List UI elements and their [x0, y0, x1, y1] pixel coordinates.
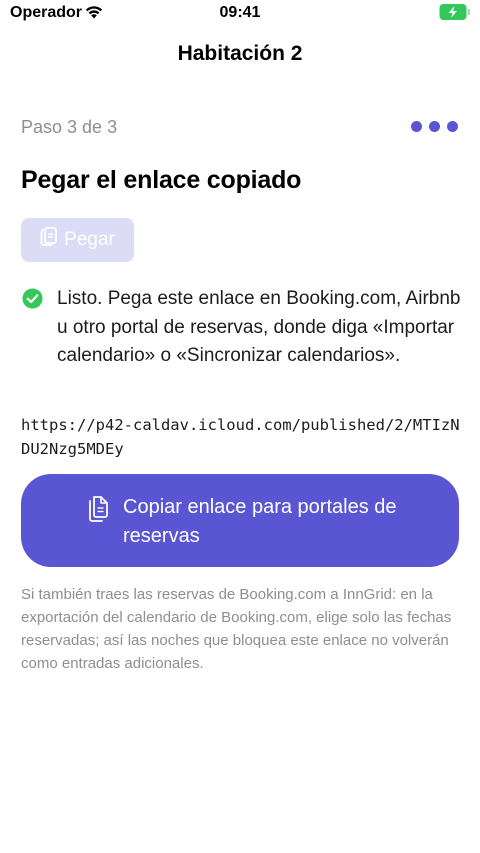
step-dot: [429, 121, 440, 132]
nav-title: Habitación 2: [177, 42, 303, 65]
step-indicator: [411, 121, 458, 132]
copy-link-button-label: Copiar enlace para portales de reservas: [123, 496, 397, 547]
paste-button[interactable]: Pegar: [21, 218, 134, 262]
copy-link-button[interactable]: Copiar enlace para portales de reservas: [21, 474, 459, 567]
calendar-link: https://p42-caldav.icloud.com/published/…: [21, 416, 460, 458]
clipboard-icon: [40, 227, 58, 253]
documents-icon: [87, 495, 109, 528]
step-dot: [411, 121, 422, 132]
page-heading: Pegar el enlace copiado: [21, 166, 302, 194]
step-dot: [447, 121, 458, 132]
clock: 09:41: [219, 4, 261, 21]
status-bar: Operador 09:41: [0, 0, 480, 28]
ready-text: Listo. Pega este enlace en Booking.com, …: [57, 288, 461, 366]
paste-button-label: Pegar: [64, 229, 115, 250]
battery-charging-icon: [439, 3, 471, 26]
step-label: Paso 3 de 3: [21, 117, 118, 137]
footnote: Si también traes las reservas de Booking…: [21, 586, 452, 672]
checkmark-circle-icon: [22, 288, 43, 314]
